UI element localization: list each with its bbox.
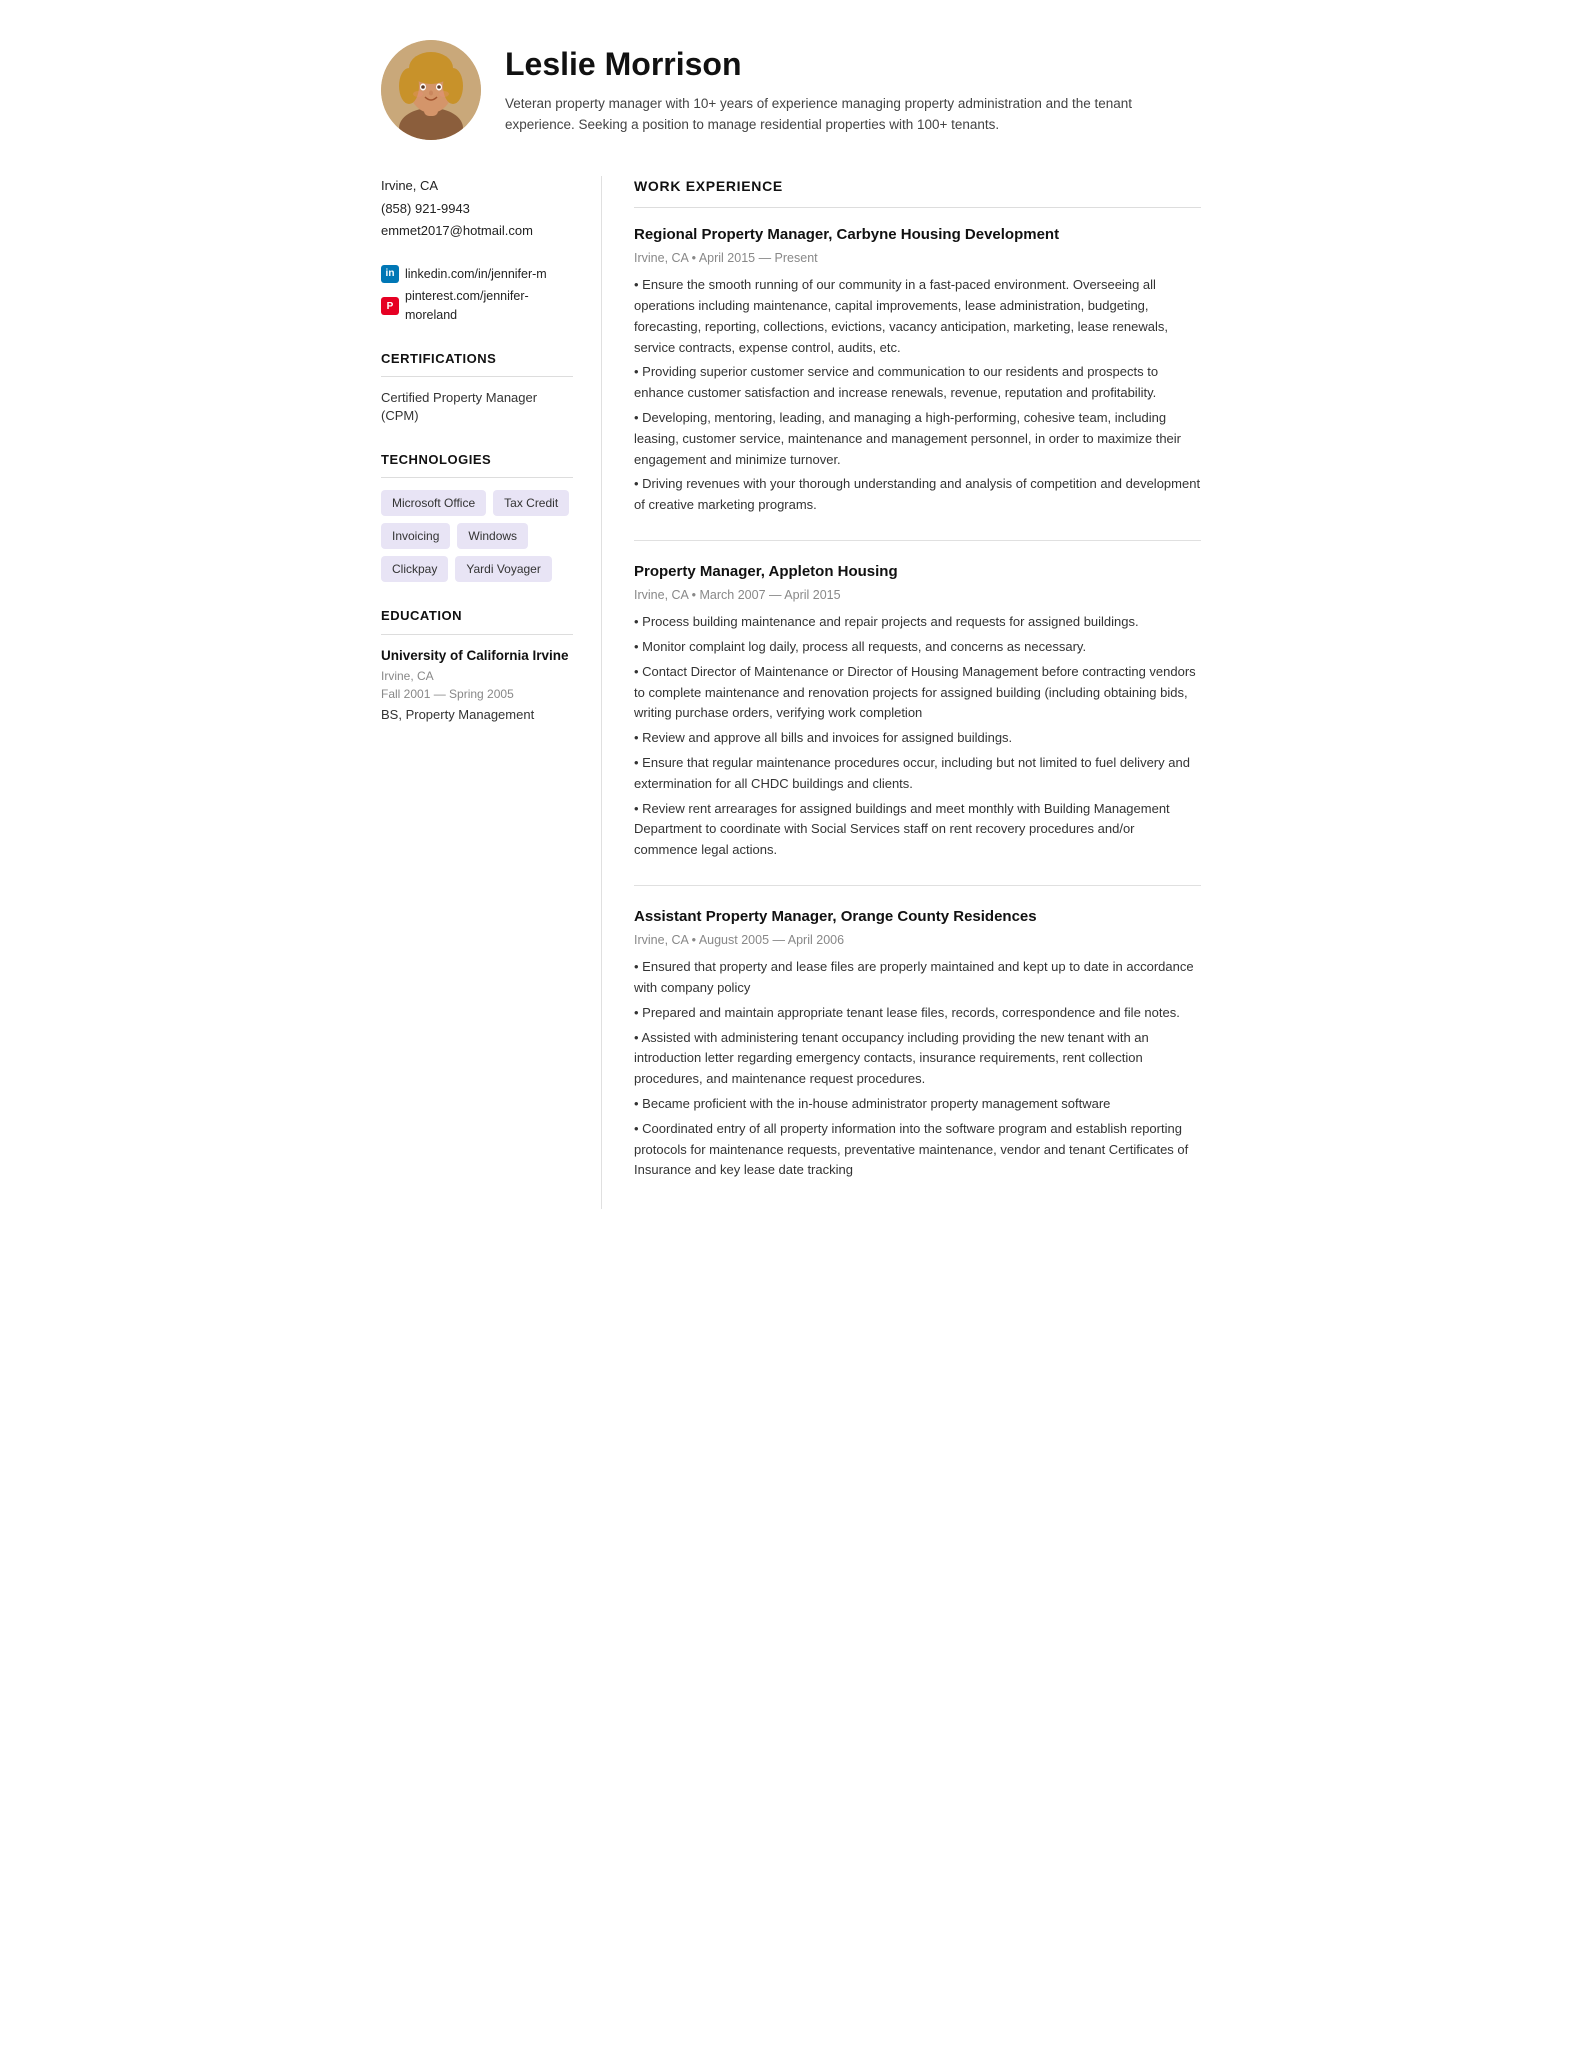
avatar	[381, 40, 481, 140]
edu-degree: BS, Property Management	[381, 705, 573, 725]
sidebar: Irvine, CA (858) 921-9943 emmet2017@hotm…	[381, 176, 601, 1209]
certifications-heading: CERTIFICATIONS	[381, 349, 573, 369]
job-bullets-2: • Ensured that property and lease files …	[634, 957, 1201, 1181]
job-bullet-1-3: • Review and approve all bills and invoi…	[634, 728, 1201, 749]
contact-section: Irvine, CA (858) 921-9943 emmet2017@hotm…	[381, 176, 573, 241]
main-layout: Irvine, CA (858) 921-9943 emmet2017@hotm…	[381, 176, 1201, 1209]
tech-tag-4: Clickpay	[381, 556, 448, 582]
job-meta-1: Irvine, CA • March 2007 — April 2015	[634, 586, 1201, 605]
technologies-divider	[381, 477, 573, 478]
tech-tag-0: Microsoft Office	[381, 490, 486, 516]
certifications-divider	[381, 376, 573, 377]
education-divider	[381, 634, 573, 635]
education-section: EDUCATION University of California Irvin…	[381, 606, 573, 724]
technologies-heading: TECHNOLOGIES	[381, 450, 573, 470]
job-meta-0: Irvine, CA • April 2015 — Present	[634, 249, 1201, 268]
linkedin-label: linkedin.com/in/jennifer-m	[405, 265, 547, 284]
edu-location: Irvine, CA	[381, 667, 573, 685]
job-bullet-0-1: • Providing superior customer service an…	[634, 362, 1201, 404]
header-text: Leslie Morrison Veteran property manager…	[505, 40, 1145, 136]
job-bullets-0: • Ensure the smooth running of our commu…	[634, 275, 1201, 516]
email: emmet2017@hotmail.com	[381, 221, 573, 241]
work-experience-section: WORK EXPERIENCE Regional Property Manage…	[634, 176, 1201, 1181]
location: Irvine, CA	[381, 176, 573, 196]
edu-school: University of California Irvine	[381, 647, 573, 665]
job-bullet-2-4: • Coordinated entry of all property info…	[634, 1119, 1201, 1181]
job-block-0: Regional Property Manager, Carbyne Housi…	[634, 224, 1201, 516]
tech-tag-5: Yardi Voyager	[455, 556, 552, 582]
phone: (858) 921-9943	[381, 199, 573, 219]
tech-tag-3: Windows	[457, 523, 528, 549]
cert-item: Certified Property Manager (CPM)	[381, 389, 573, 425]
social-section: in linkedin.com/in/jennifer-m P pinteres…	[381, 265, 573, 325]
pinterest-label: pinterest.com/jennifer-moreland	[405, 287, 573, 325]
job-bullet-1-5: • Review rent arrearages for assigned bu…	[634, 799, 1201, 861]
job-bullet-2-1: • Prepared and maintain appropriate tena…	[634, 1003, 1201, 1024]
tech-tag-2: Invoicing	[381, 523, 450, 549]
job-divider-1	[634, 885, 1201, 886]
job-title-2: Assistant Property Manager, Orange Count…	[634, 906, 1201, 929]
tech-tag-1: Tax Credit	[493, 490, 569, 516]
main-content: WORK EXPERIENCE Regional Property Manage…	[601, 176, 1201, 1209]
resume-page: Leslie Morrison Veteran property manager…	[341, 0, 1241, 1269]
pinterest-icon: P	[381, 297, 399, 315]
linkedin-icon: in	[381, 265, 399, 283]
pinterest-row: P pinterest.com/jennifer-moreland	[381, 287, 573, 325]
candidate-name: Leslie Morrison	[505, 40, 1145, 88]
job-bullet-2-3: • Became proficient with the in-house ad…	[634, 1094, 1201, 1115]
job-bullet-1-2: • Contact Director of Maintenance or Dir…	[634, 662, 1201, 724]
job-bullet-1-1: • Monitor complaint log daily, process a…	[634, 637, 1201, 658]
linkedin-row: in linkedin.com/in/jennifer-m	[381, 265, 573, 284]
job-bullet-2-2: • Assisted with administering tenant occ…	[634, 1028, 1201, 1090]
job-meta-2: Irvine, CA • August 2005 — April 2006	[634, 931, 1201, 950]
candidate-summary: Veteran property manager with 10+ years …	[505, 94, 1145, 136]
tech-tags: Microsoft Office Tax Credit Invoicing Wi…	[381, 490, 573, 582]
work-experience-divider	[634, 207, 1201, 208]
work-experience-heading: WORK EXPERIENCE	[634, 176, 1201, 197]
education-heading: EDUCATION	[381, 606, 573, 626]
job-block-1: Property Manager, Appleton Housing Irvin…	[634, 561, 1201, 861]
job-bullet-2-0: • Ensured that property and lease files …	[634, 957, 1201, 999]
header-section: Leslie Morrison Veteran property manager…	[381, 40, 1201, 140]
certifications-section: CERTIFICATIONS Certified Property Manage…	[381, 349, 573, 426]
job-bullet-0-0: • Ensure the smooth running of our commu…	[634, 275, 1201, 358]
job-divider-0	[634, 540, 1201, 541]
job-bullets-1: • Process building maintenance and repai…	[634, 612, 1201, 861]
job-bullet-0-2: • Developing, mentoring, leading, and ma…	[634, 408, 1201, 470]
job-bullet-1-4: • Ensure that regular maintenance proced…	[634, 753, 1201, 795]
job-bullet-0-3: • Driving revenues with your thorough un…	[634, 474, 1201, 516]
job-block-2: Assistant Property Manager, Orange Count…	[634, 906, 1201, 1181]
technologies-section: TECHNOLOGIES Microsoft Office Tax Credit…	[381, 450, 573, 583]
job-title-0: Regional Property Manager, Carbyne Housi…	[634, 224, 1201, 247]
job-title-1: Property Manager, Appleton Housing	[634, 561, 1201, 584]
edu-dates: Fall 2001 — Spring 2005	[381, 685, 573, 703]
job-bullet-1-0: • Process building maintenance and repai…	[634, 612, 1201, 633]
